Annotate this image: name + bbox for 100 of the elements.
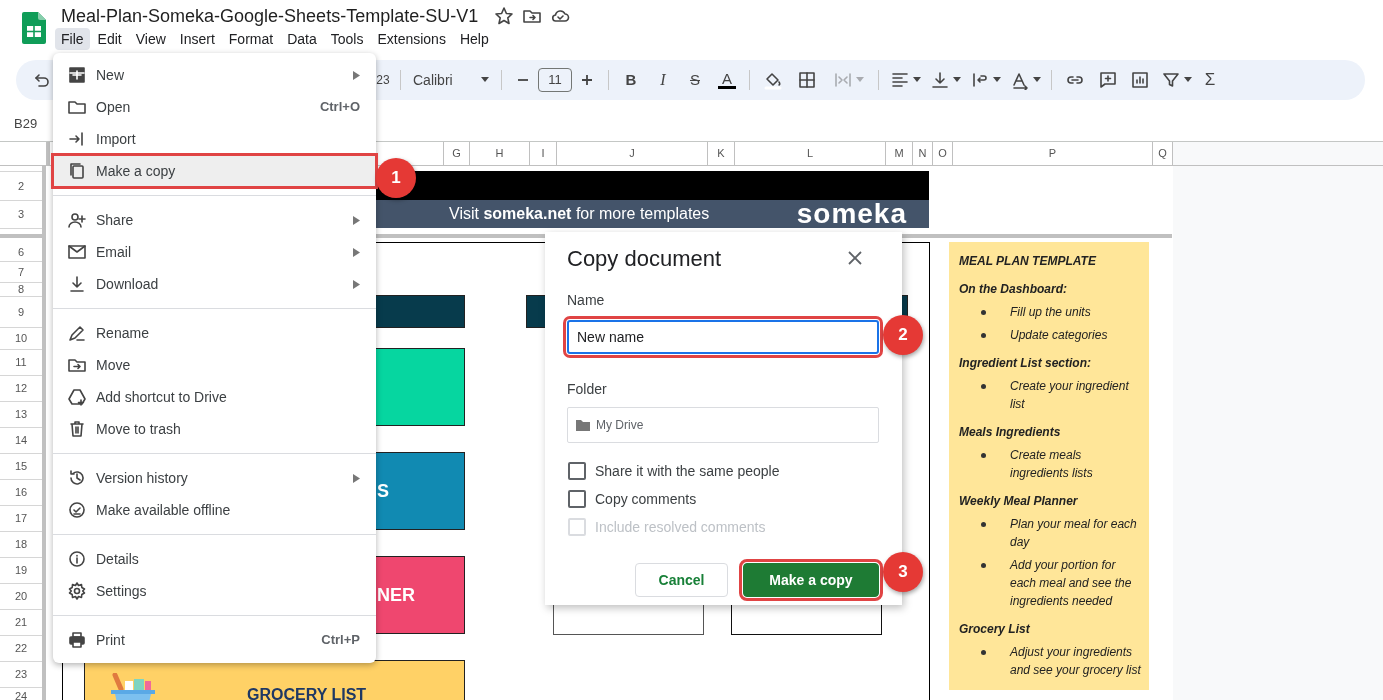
menu-item[interactable]: Move to trash [53,413,376,445]
star-icon[interactable] [494,6,515,26]
close-icon[interactable] [848,251,862,265]
menu-item[interactable]: Format [222,28,280,50]
menu-item[interactable]: Extensions [371,28,452,50]
column-header[interactable]: N [913,142,933,165]
menu-item[interactable]: Edit [91,28,128,50]
row-header[interactable]: 2 [0,172,42,201]
caret-icon[interactable] [1032,77,1041,83]
menu-item[interactable]: Make a copy [53,155,376,187]
column-header[interactable]: M [886,142,913,165]
font-size-field[interactable]: 11 [538,68,572,92]
step-badge: 2 [883,315,923,355]
row-header[interactable]: 8 [0,283,42,297]
note-text: Adjust your ingredients and see your grocery list [1010,644,1141,679]
logo: someka [796,197,908,231]
align-left-icon[interactable] [889,70,910,90]
menu-item[interactable]: View [129,28,172,50]
checkbox-label: Share it with the same people [595,461,780,481]
column-header[interactable]: P [953,142,1153,165]
checkbox[interactable] [568,462,586,480]
banner-text: Visit someka.net for more templates [449,204,710,224]
caret-icon[interactable] [992,77,1001,83]
text-color-button[interactable]: A [711,66,743,94]
borders-icon[interactable] [797,70,817,90]
note-heading: Meals Ingredients [959,424,1062,441]
row-header[interactable]: 17 [0,506,42,532]
row-header[interactable]: 24 [0,688,42,700]
menu-item[interactable]: Download [53,268,376,300]
menu-item[interactable]: Import [53,123,376,155]
column-header[interactable]: G [444,142,470,165]
align-bottom-icon[interactable] [929,70,950,90]
sheets-logo-icon [22,12,46,44]
menu-item[interactable]: Rename [53,317,376,349]
row-header[interactable]: 22 [0,636,42,662]
row-header[interactable]: 9 [0,297,42,328]
new-icon [67,65,87,85]
caret-icon[interactable] [1183,77,1192,83]
row-header[interactable]: 14 [0,428,42,454]
column-header[interactable]: K [708,142,735,165]
italic-button[interactable]: I [647,66,679,94]
caret-icon[interactable] [481,77,489,83]
download-icon [67,274,87,294]
menu-item[interactable]: Print Ctrl+P [53,624,376,656]
checkbox[interactable] [568,490,586,508]
menu-item[interactable]: Data [281,28,323,50]
column-header[interactable]: I [530,142,557,165]
row-header[interactable]: 21 [0,610,42,636]
menu-item[interactable]: Details [53,543,376,575]
row-header[interactable]: 23 [0,662,42,688]
column-header[interactable]: O [933,142,953,165]
note-text: Create your ingredient list [1010,378,1130,413]
row-header[interactable]: 3 [0,201,42,229]
row-header[interactable]: 19 [0,558,42,584]
row-header[interactable]: 11 [0,350,42,376]
menu-item[interactable]: Open Ctrl+O [53,91,376,123]
menu-item[interactable]: Tools [324,28,370,50]
functions-button[interactable]: Σ [1196,66,1224,94]
filter-icon[interactable] [1160,70,1181,90]
paint-bucket-icon[interactable] [763,70,783,90]
row-header[interactable]: 6 [0,243,42,262]
column-header[interactable]: J [557,142,708,165]
cancel-button[interactable]: Cancel [635,563,728,597]
menu-item[interactable]: Share [53,204,376,236]
column-header[interactable]: H [470,142,530,165]
menu-item[interactable]: Email [53,236,376,268]
plus-icon[interactable] [580,73,594,87]
folder-field[interactable]: My Drive [567,407,879,443]
checkbox-label: Include resolved comments [595,517,766,537]
strikethrough-button[interactable]: S [679,66,711,94]
row-header[interactable]: 16 [0,480,42,506]
merge-cells-icon [832,70,853,90]
row-header[interactable]: 7 [0,262,42,283]
history-icon [67,468,87,488]
row-header[interactable]: 20 [0,584,42,610]
caret-icon[interactable] [912,77,921,83]
caret-icon[interactable] [952,77,961,83]
comment-icon[interactable] [1098,70,1118,90]
menu-item[interactable]: Add shortcut to Drive [53,381,376,413]
bold-button[interactable]: B [615,66,647,94]
row-header[interactable]: 12 [0,376,42,402]
menu-item[interactable]: File [55,28,90,50]
row-header[interactable]: 10 [0,328,42,350]
print-icon [67,630,87,650]
font-dropdown[interactable]: Calibri [407,66,495,94]
menu-item[interactable]: Make available offline [53,494,376,526]
chart-icon[interactable] [1130,70,1150,90]
name-box[interactable]: B29 [14,113,38,134]
column-header[interactable]: L [735,142,886,165]
row-header[interactable]: 15 [0,454,42,480]
menu-item[interactable]: Insert [173,28,221,50]
row-header[interactable]: 18 [0,532,42,558]
info-icon [67,549,87,569]
menu-item[interactable]: Move [53,349,376,381]
note-text: Create meals ingredients lists [1010,447,1094,482]
row-header[interactable]: 13 [0,402,42,428]
menu-item[interactable]: Help [453,28,495,50]
menu-item[interactable]: Version history [53,462,376,494]
document-title[interactable]: Meal-Plan-Someka-Google-Sheets-Template-SU-V1 [61,5,479,27]
menu-item[interactable]: Settings [53,575,376,607]
